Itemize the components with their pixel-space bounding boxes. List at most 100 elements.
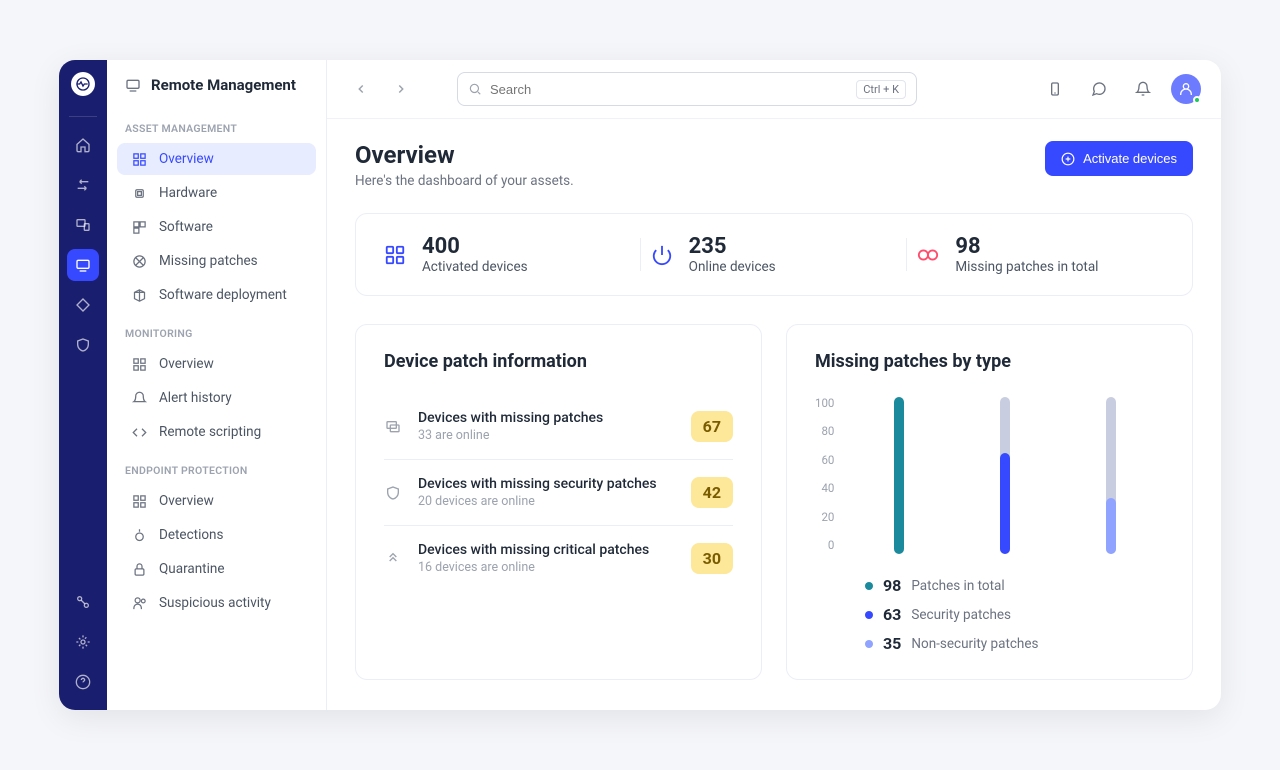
side-label: Suspicious activity (159, 595, 271, 611)
topbar: Ctrl + K (327, 60, 1221, 119)
rail-home[interactable] (67, 129, 99, 161)
activate-devices-button[interactable]: Activate devices (1045, 141, 1193, 176)
cards-row: Device patch information Devices with mi… (355, 324, 1193, 680)
side-label: Overview (159, 356, 214, 372)
sidebar-module-icon (125, 77, 141, 93)
legend-dot (865, 582, 873, 590)
shield-icon (384, 485, 402, 501)
power-icon (651, 244, 673, 266)
patch-info-card: Device patch information Devices with mi… (355, 324, 762, 680)
chart-card: Missing patches by type 100806040200 98 P… (786, 324, 1193, 680)
side-item-hardware[interactable]: Hardware (117, 177, 316, 209)
side-label: Overview (159, 493, 214, 509)
rail-transfer[interactable] (67, 169, 99, 201)
side-item-detections[interactable]: Detections (117, 519, 316, 551)
side-item-software-deployment[interactable]: Software deployment (117, 279, 316, 311)
monitor-icon (384, 419, 402, 435)
dashboard-icon (131, 357, 147, 372)
patch-title: Devices with missing critical patches (418, 542, 675, 558)
nav-back-button[interactable] (347, 75, 375, 103)
legend-row: 63Security patches (865, 605, 1164, 624)
patch-row: Devices with missing critical patches 16 … (384, 526, 733, 591)
topbar-chat-icon[interactable] (1083, 73, 1115, 105)
search-input[interactable] (490, 82, 848, 97)
legend-dot (865, 611, 873, 619)
activity-icon (131, 596, 147, 611)
patch-title: Devices with missing security patches (418, 476, 675, 492)
topbar-device-icon[interactable] (1039, 73, 1071, 105)
code-icon (131, 425, 147, 440)
patch-badge: 42 (691, 477, 733, 508)
patch-title: Devices with missing patches (418, 410, 675, 426)
legend-label: Patches in total (911, 578, 1004, 594)
search-input-wrapper[interactable]: Ctrl + K (457, 72, 917, 106)
side-item-alert-history[interactable]: Alert history (117, 382, 316, 414)
side-label: Hardware (159, 185, 217, 201)
rail-shield[interactable] (67, 329, 99, 361)
side-section-monitoring: MONITORING (107, 313, 326, 346)
topbar-bell-icon[interactable] (1127, 73, 1159, 105)
dashboard-icon (131, 152, 147, 167)
side-item-suspicious[interactable]: Suspicious activity (117, 587, 316, 619)
sidebar-title: Remote Management (151, 76, 296, 94)
side-label: Alert history (159, 390, 232, 406)
chevrons-up-icon (384, 551, 402, 567)
chart-bar (1106, 397, 1116, 554)
side-item-software[interactable]: Software (117, 211, 316, 243)
grid-icon (131, 220, 147, 235)
patch-badge: 67 (691, 411, 733, 442)
side-item-overview-endpoint[interactable]: Overview (117, 485, 316, 517)
page-header: Overview Here's the dashboard of your as… (355, 141, 1193, 189)
side-item-remote-scripting[interactable]: Remote scripting (117, 416, 316, 448)
rail-devices[interactable] (67, 209, 99, 241)
user-avatar[interactable] (1171, 74, 1201, 104)
stat-online: 235Online devices (651, 234, 898, 275)
chart: 100806040200 (815, 394, 1164, 554)
legend-value: 98 (883, 576, 901, 595)
card-title: Missing patches by type (815, 351, 1164, 372)
presence-dot (1193, 96, 1201, 104)
side-item-quarantine[interactable]: Quarantine (117, 553, 316, 585)
patch-sub: 20 devices are online (418, 494, 675, 509)
stat-value: 235 (689, 234, 776, 259)
legend-value: 35 (883, 634, 901, 653)
bug-icon (131, 528, 147, 543)
legend-dot (865, 640, 873, 648)
chart-legend: 98Patches in total63Security patches35No… (815, 576, 1164, 653)
search-shortcut: Ctrl + K (856, 80, 906, 99)
chart-bar (894, 397, 904, 554)
package-icon (131, 288, 147, 303)
stat-label: Activated devices (422, 259, 528, 275)
chart-bars (846, 394, 1164, 554)
side-label: Detections (159, 527, 223, 543)
side-section-endpoint: ENDPOINT PROTECTION (107, 450, 326, 483)
bandage-icon (917, 244, 939, 266)
cpu-icon (131, 186, 147, 201)
stat-missing: 98Missing patches in total (917, 234, 1164, 275)
sidebar: Remote Management ASSET MANAGEMENT Overv… (107, 60, 327, 710)
rail-help[interactable] (67, 666, 99, 698)
rail-remote-management[interactable] (67, 249, 99, 281)
side-section-asset: ASSET MANAGEMENT (107, 108, 326, 141)
side-item-overview-monitoring[interactable]: Overview (117, 348, 316, 380)
rail-integrations[interactable] (67, 586, 99, 618)
app-logo (71, 72, 95, 96)
plus-circle-icon (1061, 152, 1075, 166)
patch-sub: 16 devices are online (418, 560, 675, 575)
nav-forward-button[interactable] (387, 75, 415, 103)
rail-settings[interactable] (67, 626, 99, 658)
activate-label: Activate devices (1083, 151, 1177, 166)
stat-label: Online devices (689, 259, 776, 275)
icon-rail (59, 60, 107, 710)
page-title: Overview (355, 141, 574, 169)
dashboard-icon (131, 494, 147, 509)
chart-yaxis: 100806040200 (815, 394, 834, 554)
patch-row: Devices with missing security patches 20 … (384, 460, 733, 526)
rail-ticket[interactable] (67, 289, 99, 321)
side-item-missing-patches[interactable]: Missing patches (117, 245, 316, 277)
side-item-overview-asset[interactable]: Overview (117, 143, 316, 175)
side-label: Quarantine (159, 561, 225, 577)
legend-row: 98 Patches in total (865, 576, 1164, 595)
app-window: Remote Management ASSET MANAGEMENT Overv… (59, 60, 1221, 710)
side-label: Overview (159, 151, 214, 167)
